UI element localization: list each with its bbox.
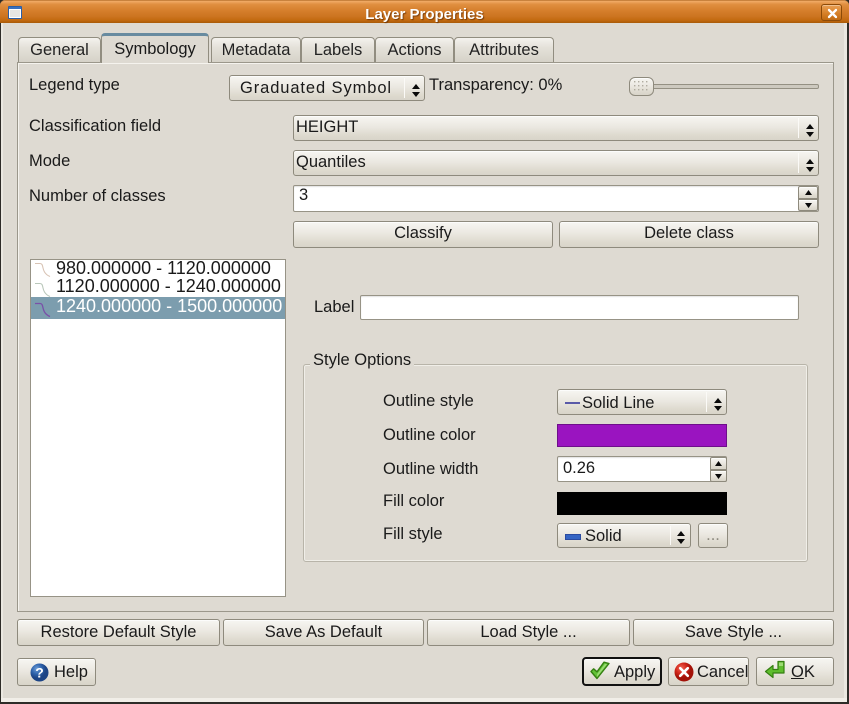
svg-text:?: ? bbox=[35, 665, 44, 681]
